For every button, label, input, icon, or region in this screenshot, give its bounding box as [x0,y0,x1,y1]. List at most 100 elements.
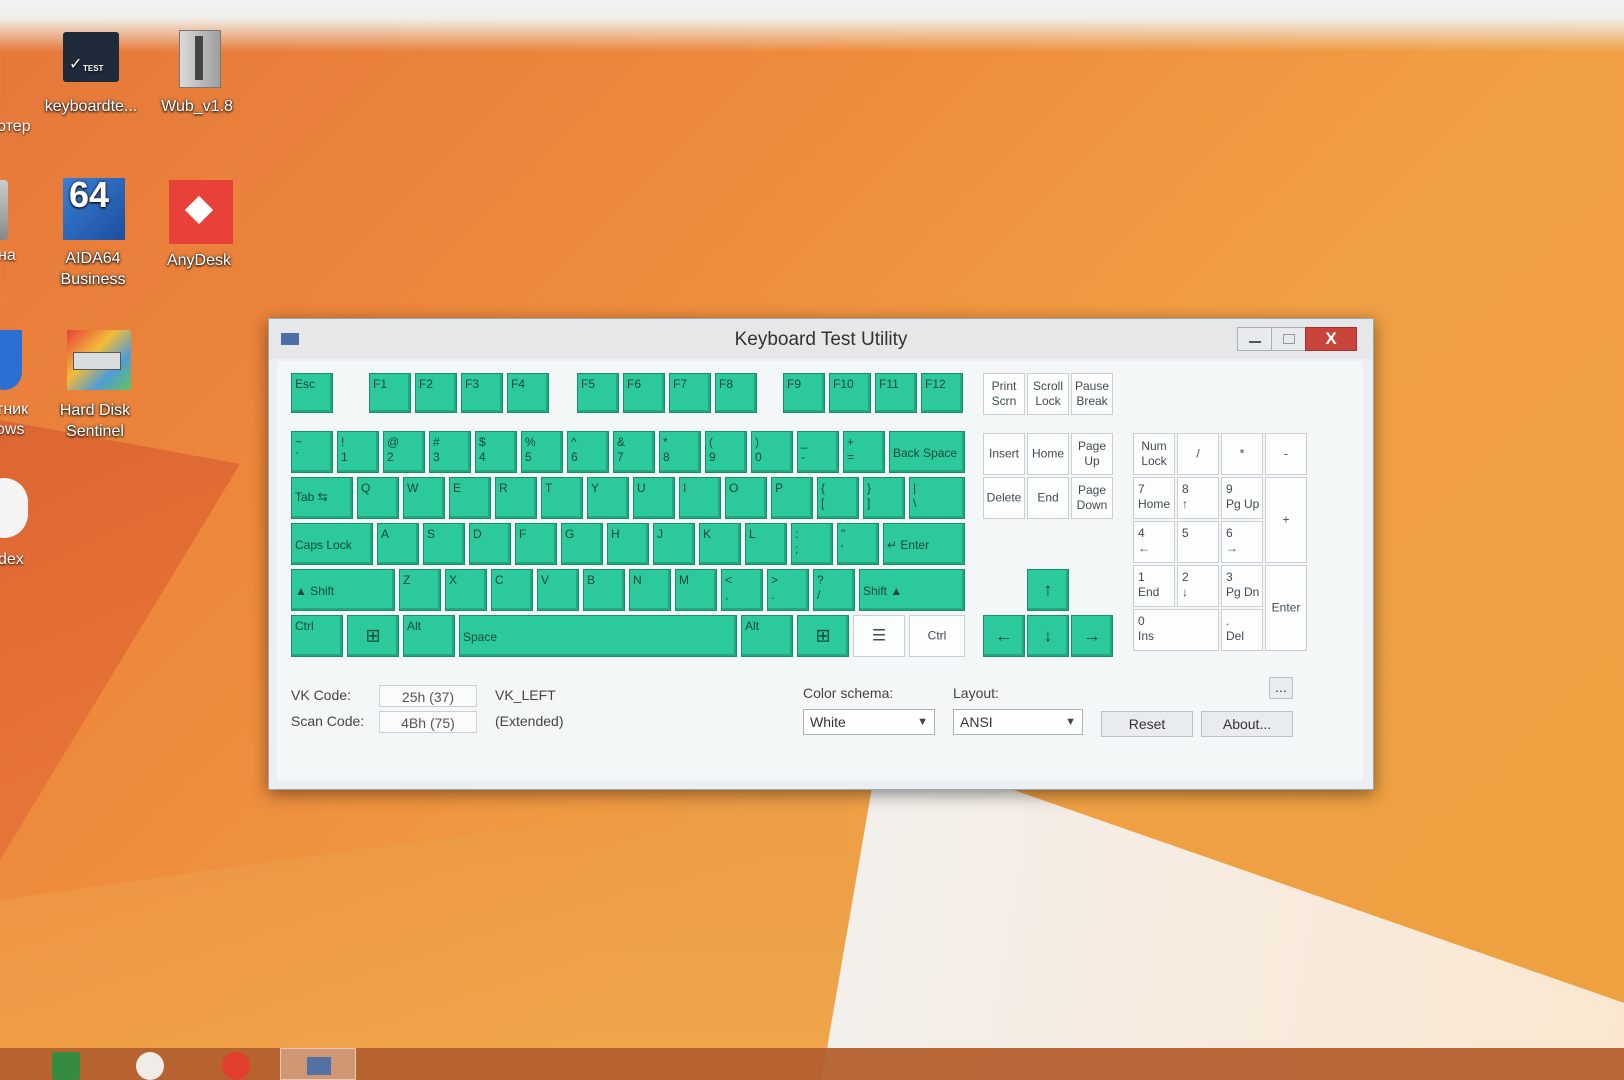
key-c: C [491,569,533,611]
keyboardtest-shortcut[interactable]: ✓ TEST keyboardte... [36,26,146,117]
layout-label: Layout: [953,685,999,701]
key-page-up: Page Up [1071,433,1113,475]
key-m: M [675,569,717,611]
keyboard-test-icon: ✓ TEST [59,26,123,90]
windows-logo-icon: ⊞ [365,625,381,646]
partial-desktop-label[interactable]: тник ows [0,400,28,440]
hard-disk-sentinel-shortcut[interactable]: Hard Disk Sentinel [40,330,150,442]
key-num-minus: - [1265,433,1307,475]
maximize-button[interactable] [1271,327,1307,351]
keyboard-test-taskbar-button[interactable] [280,1048,356,1080]
reset-button[interactable]: Reset [1101,711,1193,737]
key-print-screen: Print Scrn [983,373,1025,415]
partial-shield-icon[interactable] [0,330,22,390]
key-caps-lock: Caps Lock [291,523,373,565]
key-i: I [679,477,721,519]
key-end: End [1027,477,1069,519]
minimize-icon [1249,341,1261,343]
anydesk-shortcut[interactable]: AnyDesk [144,180,254,271]
more-button[interactable]: ... [1269,677,1293,699]
key-f7: F7 [669,373,711,413]
key-minus: _ - [797,431,839,473]
key-tilde: ~ ` [291,431,333,473]
key-num-divide: / [1177,433,1219,475]
folder-zip-icon [165,26,229,90]
key-semicolon: : ; [791,523,833,565]
key-right-ctrl: Ctrl [909,615,965,657]
key-8: * 8 [659,431,701,473]
about-button[interactable]: About... [1201,711,1293,737]
key-num-decimal: . Del [1221,609,1263,651]
key-backslash: | \ [909,477,965,519]
color-schema-value: White [810,714,846,730]
key-f2: F2 [415,373,457,413]
color-schema-label: Color schema: [803,685,894,701]
partial-desktop-label[interactable]: на [0,247,16,265]
key-f3: F3 [461,373,503,413]
key-arrow-down: ↓ [1027,615,1069,657]
wub-shortcut[interactable]: Wub_v1.8 [142,26,252,117]
color-schema-select[interactable]: White ▼ [803,709,935,735]
wallpaper-shape [0,780,850,1080]
key-f9: F9 [783,373,825,413]
key-4: $ 4 [475,431,517,473]
key-f12: F12 [921,373,963,413]
scan-code-label: Scan Code: [291,713,365,729]
key-comma: < , [721,569,763,611]
layout-select[interactable]: ANSI ▼ [953,709,1083,735]
partial-desktop-label[interactable]: dex [0,551,24,569]
key-left-ctrl: Ctrl [291,615,343,657]
browser-icon[interactable] [136,1052,164,1080]
key-page-down: Page Down [1071,477,1113,519]
client-area: Esc F1 F2 F3 F4 F5 F6 F7 F8 F9 F10 F11 F… [277,361,1363,781]
key-s: S [423,523,465,565]
minimize-button[interactable] [1237,327,1273,351]
key-p: P [771,477,813,519]
key-a: A [377,523,419,565]
key-num-0: 0 Ins [1133,609,1219,651]
key-q: Q [357,477,399,519]
store-icon[interactable] [52,1052,80,1080]
key-home: Home [1027,433,1069,475]
menu-icon: ☰ [871,627,887,645]
key-left-alt: Alt [403,615,455,657]
vk-code-label: VK Code: [291,687,351,703]
scan-note: (Extended) [495,713,564,729]
shortcut-label: keyboardte... [44,98,138,115]
key-w: W [403,477,445,519]
key-v: V [537,569,579,611]
key-1: ! 1 [337,431,379,473]
close-button[interactable]: X [1305,327,1357,351]
yandex-icon[interactable] [222,1052,250,1080]
key-j: J [653,523,695,565]
key-num-5: 5 [1177,521,1219,563]
key-num-2: 2 ↓ [1177,565,1219,607]
window-title: Keyboard Test Utility [734,329,908,350]
key-9: ( 9 [705,431,747,473]
key-enter: ↵ Enter [883,523,965,565]
shortcut-label: AIDA64 Business [60,250,126,288]
key-b: B [583,569,625,611]
key-h: H [607,523,649,565]
key-num-7: 7 Home [1133,477,1175,519]
key-scroll-lock: Scroll Lock [1027,373,1069,415]
partial-desktop-label[interactable]: ютер [0,118,31,136]
key-f10: F10 [829,373,871,413]
key-f11: F11 [875,373,917,413]
maximize-icon [1283,334,1295,344]
key-f8: F8 [715,373,757,413]
key-period: > . [767,569,809,611]
key-f: F [515,523,557,565]
title-bar[interactable]: Keyboard Test Utility X [269,319,1373,359]
partial-desktop-icon[interactable] [0,180,8,240]
vk-code-field: 25h (37) [379,685,477,707]
key-num-8: 8 ↑ [1177,477,1219,519]
key-2: @ 2 [383,431,425,473]
key-3: # 3 [429,431,471,473]
aida64-shortcut[interactable]: 64 AIDA64 Business [38,177,148,290]
key-f5: F5 [577,373,619,413]
key-right-shift: Shift ▲ [859,569,965,611]
key-slash: ? / [813,569,855,611]
key-num-multiply: * [1221,433,1263,475]
key-d: D [469,523,511,565]
